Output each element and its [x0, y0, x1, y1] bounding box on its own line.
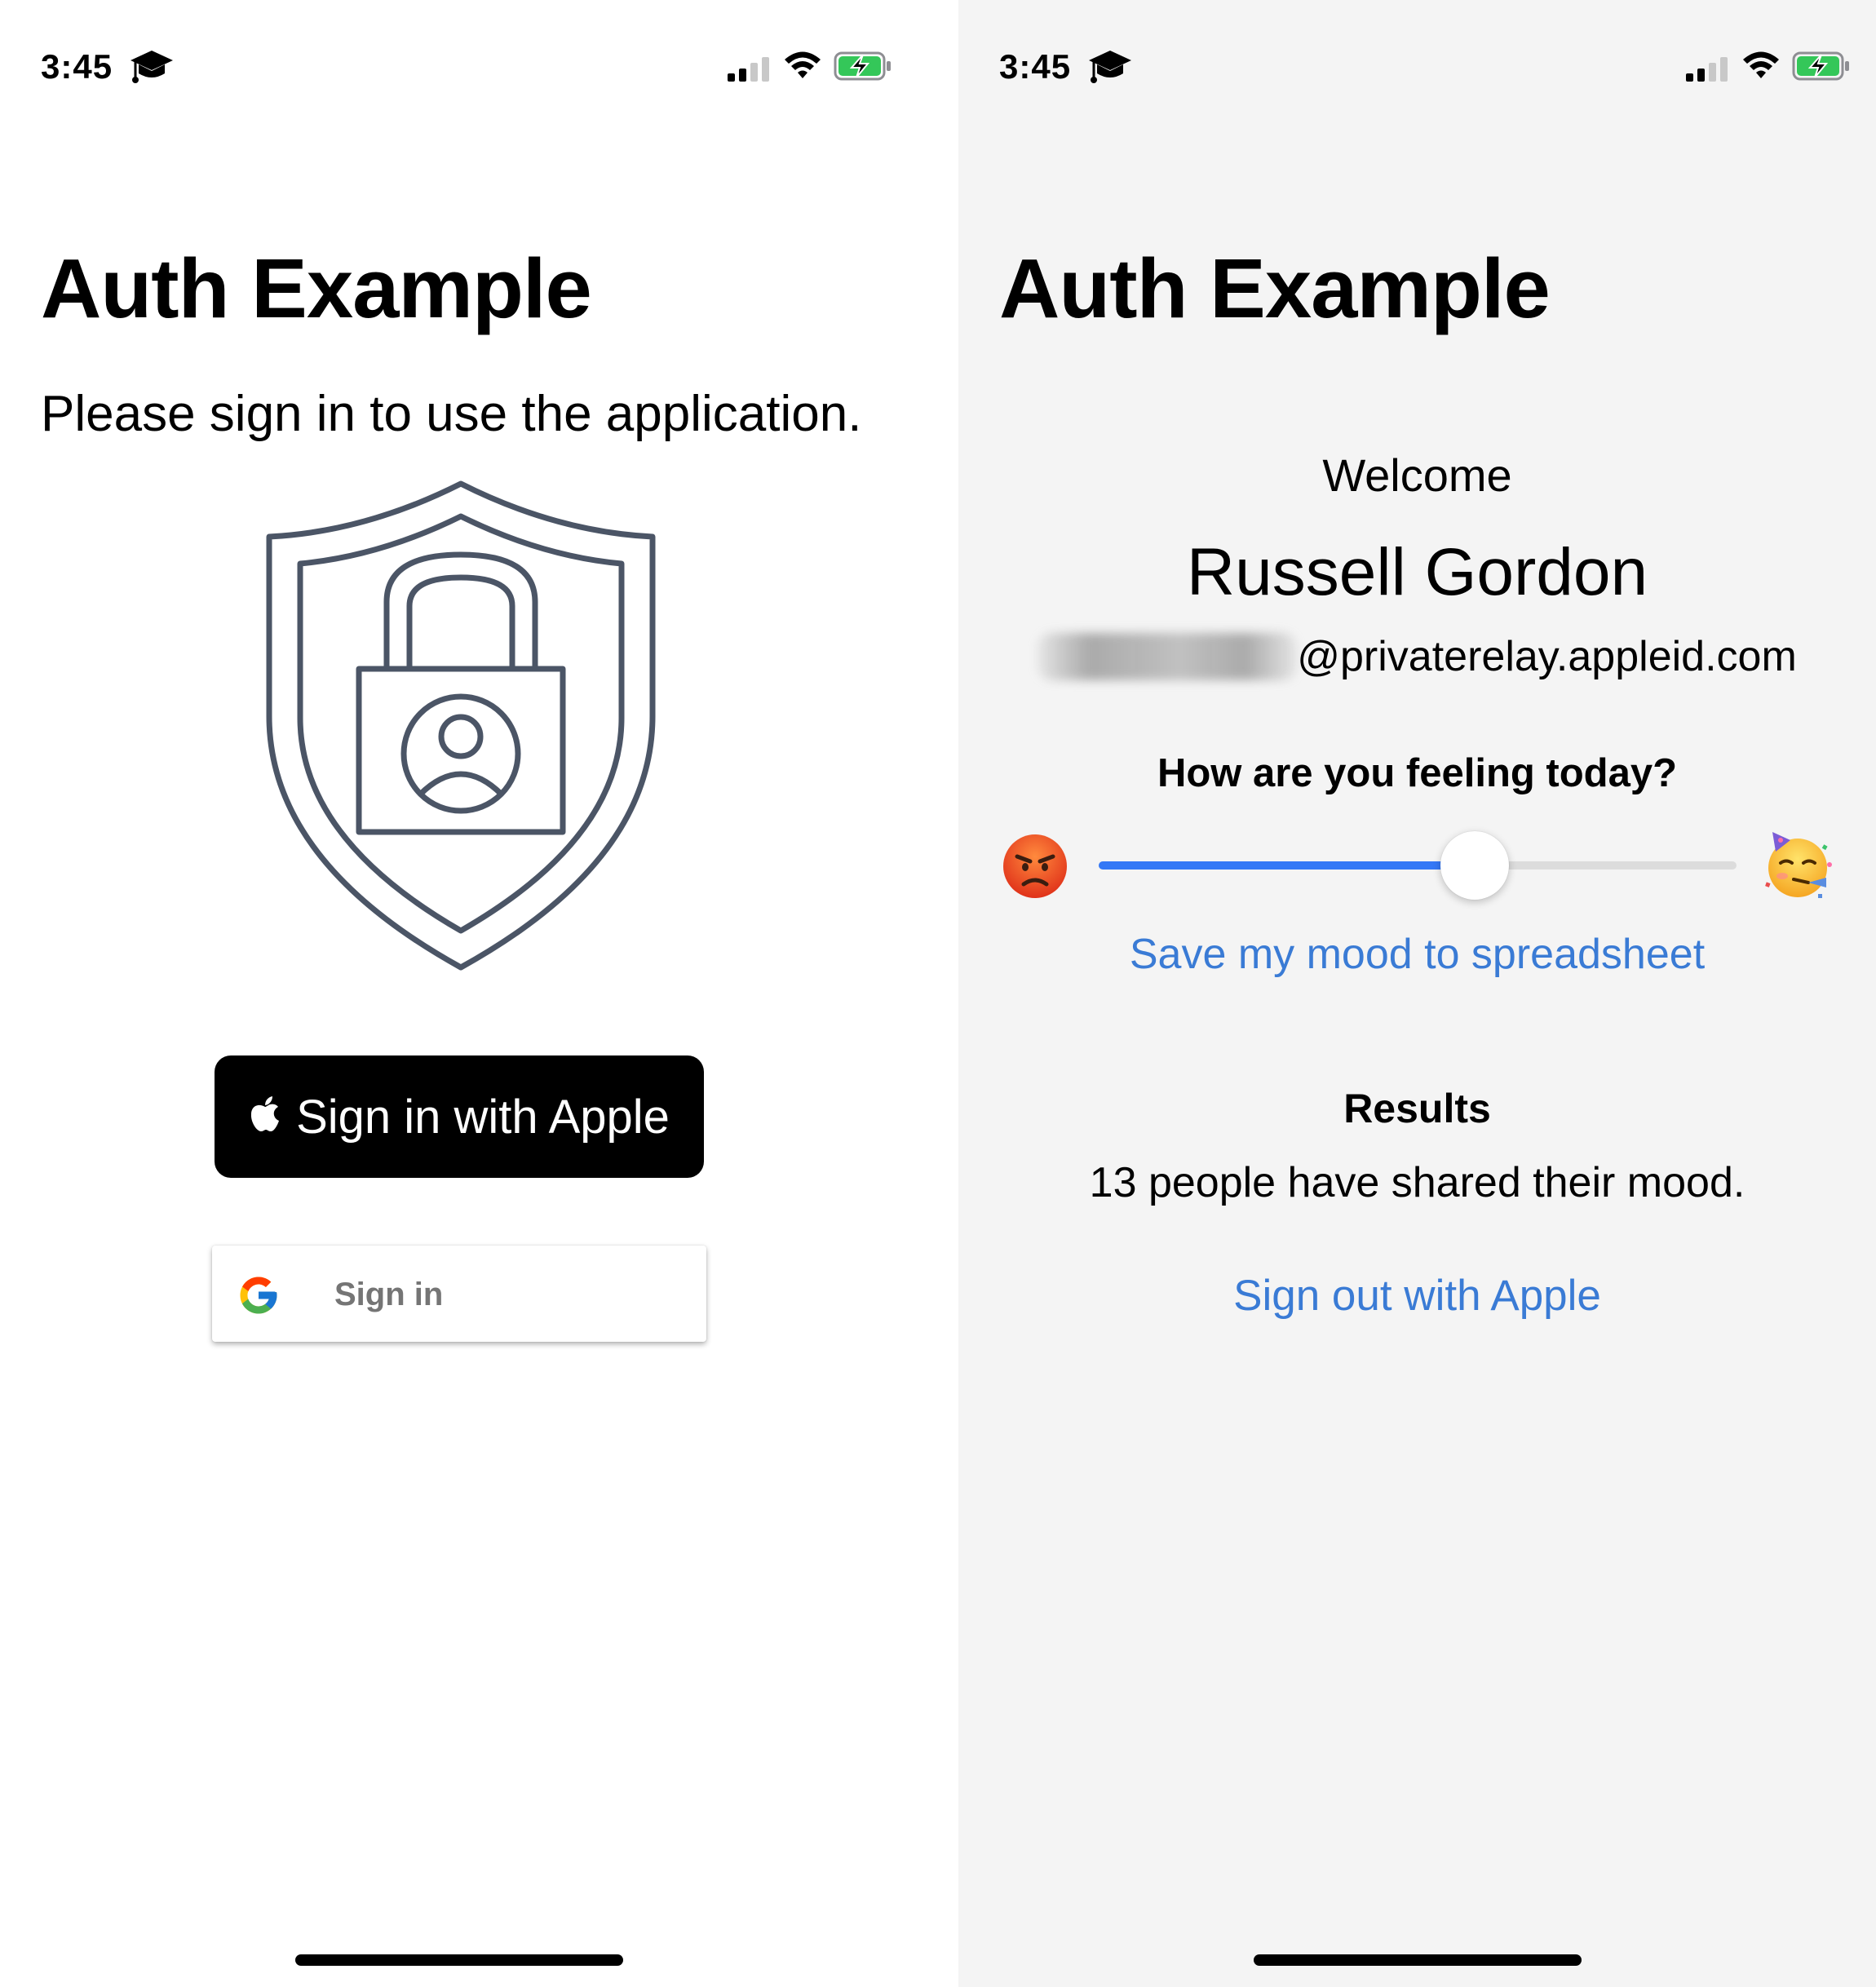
home-indicator[interactable]	[295, 1954, 623, 1966]
battery-charging-icon	[1792, 51, 1849, 81]
partying-face-icon	[1765, 832, 1832, 898]
status-time: 3:45	[999, 47, 1072, 86]
sign-out-link[interactable]: Sign out with Apple	[958, 1271, 1876, 1321]
results-heading: Results	[1343, 1086, 1491, 1131]
user-name: Russell Gordon	[1186, 535, 1648, 609]
mood-slider-fill	[1099, 861, 1476, 870]
sign-in-with-apple-button[interactable]: Sign in with Apple	[215, 1055, 704, 1178]
results-summary: 13 people have shared their mood.	[1089, 1159, 1745, 1206]
wifi-icon	[1743, 51, 1779, 78]
welcome-label: Welcome	[1322, 449, 1512, 501]
email-domain: @privaterelay.appleid.com	[1297, 633, 1797, 680]
status-time: 3:45	[41, 47, 113, 86]
save-mood-link[interactable]: Save my mood to spreadsheet	[958, 930, 1876, 979]
cellular-signal-icon	[1686, 57, 1728, 82]
page-title: Auth Example	[41, 241, 592, 335]
mood-slider-thumb[interactable]	[1440, 831, 1510, 900]
page-title: Auth Example	[999, 241, 1551, 335]
mood-slider[interactable]	[1099, 831, 1737, 900]
sign-in-prompt: Please sign in to use the application.	[41, 386, 862, 442]
apple-logo-icon	[250, 1096, 280, 1131]
apple-button-label: Sign in with Apple	[296, 1090, 670, 1144]
battery-charging-icon	[834, 51, 891, 81]
angry-face-icon	[1003, 834, 1067, 898]
graduation-cap-icon	[1089, 51, 1131, 83]
google-sign-in-button[interactable]: Sign in	[212, 1246, 706, 1342]
shield-lock-icon	[266, 480, 656, 971]
signed-in-screen: 3:45 Auth Example Welcome Russell Gordon…	[958, 0, 1876, 1987]
home-indicator[interactable]	[1254, 1954, 1582, 1966]
sign-in-screen: 3:45 Auth Example Please sign in to use …	[0, 0, 958, 1987]
mood-question: How are you feeling today?	[1157, 751, 1678, 795]
redacted-email-local-part	[1038, 633, 1298, 680]
wifi-icon	[785, 51, 821, 78]
google-button-label: Sign in	[334, 1277, 444, 1312]
user-email: @privaterelay.appleid.com	[958, 632, 1876, 681]
cellular-signal-icon	[728, 57, 769, 82]
google-logo-icon	[240, 1277, 277, 1314]
graduation-cap-icon	[131, 51, 173, 83]
